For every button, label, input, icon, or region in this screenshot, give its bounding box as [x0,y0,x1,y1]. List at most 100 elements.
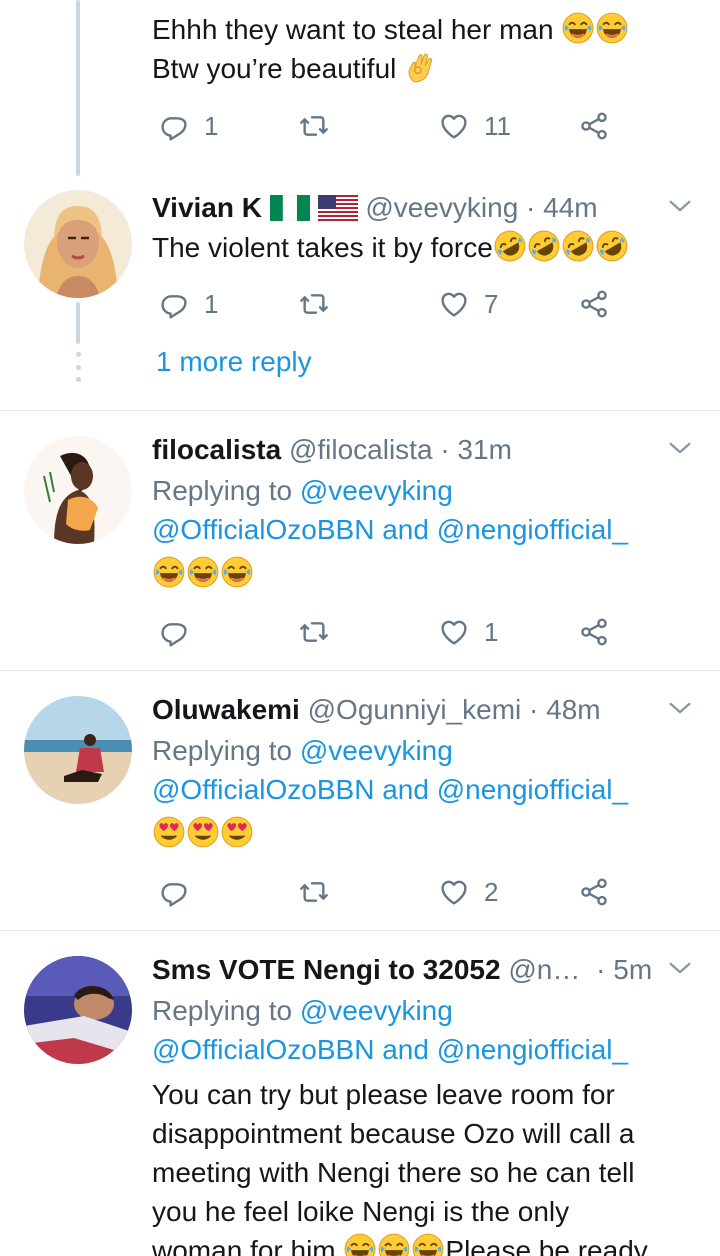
avatar[interactable] [24,436,132,544]
share-button[interactable] [578,612,610,652]
retweet-icon [298,288,330,320]
reply-button[interactable]: 1 [158,284,218,324]
reply-icon [158,876,190,908]
replying-to: Replying to @veevyking [152,995,453,1026]
replying-to: Replying to @veevyking [152,475,453,506]
heart-eyes-emoji [220,815,254,849]
tweet-text-line: meeting with Nengi there so he can tell [152,1157,635,1188]
mention-link[interactable]: @nengiofficial_ [437,514,628,545]
like-button[interactable]: 2 [438,872,498,912]
timestamp[interactable]: · 48m [529,694,601,725]
like-button[interactable]: 7 [438,284,498,324]
timestamp[interactable]: · 5m [596,954,652,985]
mention-link[interactable]: @nengiofficial_ [437,774,628,805]
heart-eyes-emoji [152,815,186,849]
rofl-emoji [595,229,629,263]
share-icon [578,288,610,320]
timestamp[interactable]: · 31m [440,434,512,465]
laughing-emoji [220,555,254,589]
display-name[interactable]: filocalista [152,434,281,465]
reply-button[interactable] [158,612,190,652]
user-handle[interactable]: @n… [508,954,580,985]
avatar[interactable] [24,956,132,1064]
chevron-down-icon[interactable] [666,434,694,462]
display-name[interactable]: Sms VOTE Nengi to 32052 [152,954,501,985]
avatar[interactable] [24,696,132,804]
laughing-emoji [343,1232,377,1256]
laughing-emoji [377,1232,411,1256]
retweet-button[interactable] [298,872,330,912]
mention-link[interactable]: @OfficialOzoBBN [152,1034,374,1065]
chevron-down-icon[interactable] [666,192,694,220]
tweet-text-line: woman for him Please be ready [152,1231,697,1256]
laughing-emoji [561,11,595,45]
mention-link[interactable]: @nengiofficial_ [437,1034,628,1065]
share-button[interactable] [578,872,610,912]
tweet-header: Vivian K @veevyking · 44m [152,188,697,227]
share-icon [578,876,610,908]
like-icon [438,876,470,908]
thread-more-dots [74,352,82,382]
divider [0,670,720,671]
like-button[interactable]: 11 [438,106,511,146]
laughing-emoji [186,555,220,589]
thread-line [76,302,80,344]
thread-line [76,0,80,176]
rofl-emoji [561,229,595,263]
tweet-text: The violent takes it by force [152,228,697,267]
laughing-emoji [411,1232,445,1256]
replying-to: @OfficialOzoBBN and @nengiofficial_ [152,1034,629,1065]
reply-icon [158,110,190,142]
rofl-emoji [493,229,527,263]
mention-link[interactable]: @OfficialOzoBBN [152,774,374,805]
replying-to: @OfficialOzoBBN and @nengiofficial_ [152,514,629,545]
tweet-header: Sms VOTE Nengi to 32052 @n… · 5m [152,950,697,989]
retweet-button[interactable] [298,612,330,652]
tweet-header: filocalista @filocalista · 31m [152,430,697,469]
replying-to: Replying to @veevyking [152,735,453,766]
retweet-button[interactable] [298,106,330,146]
laughing-emoji [152,555,186,589]
replying-to: @OfficialOzoBBN and @nengiofficial_ [152,774,629,805]
tweet-header: Oluwakemi @Ogunniyi_kemi · 48m [152,690,697,729]
share-button[interactable] [578,284,610,324]
display-name[interactable]: Vivian K [152,192,262,223]
user-handle[interactable]: @filocalista [289,434,433,465]
tweet-actions: 1 7 [152,284,622,324]
more-replies-link[interactable]: 1 more reply [156,346,312,378]
laughing-emoji [595,11,629,45]
chevron-down-icon[interactable] [666,694,694,722]
tweet-text [152,814,697,853]
tweet-text-line: You can try but please leave room for [152,1079,615,1110]
like-icon [438,616,470,648]
tweet-actions: 1 11 [152,106,622,146]
chevron-down-icon[interactable] [666,954,694,982]
divider [0,930,720,931]
tweet-text-line: you he feel loike Nengi is the only [152,1196,570,1227]
share-button[interactable] [578,106,610,146]
avatar[interactable] [24,190,132,298]
reply-button[interactable]: 1 [158,106,218,146]
mention-link[interactable]: @OfficialOzoBBN [152,514,374,545]
mention-link[interactable]: @veevyking [300,735,453,766]
tweet-text-line: disappointment because Ozo will call a [152,1118,635,1149]
tweet-text: Btw you’re beautiful [152,49,697,88]
retweet-button[interactable] [298,284,330,324]
divider [0,410,720,411]
tweet-text [152,554,697,593]
mention-link[interactable]: @veevyking [300,995,453,1026]
reply-button[interactable] [158,872,190,912]
timestamp[interactable]: · 44m [526,192,598,223]
tweet-actions: 2 [152,872,622,912]
user-handle[interactable]: @Ogunniyi_kemi [308,694,522,725]
tweet-text: Ehhh they want to steal her man [152,10,697,49]
like-button[interactable]: 1 [438,612,498,652]
mention-link[interactable]: @veevyking [300,475,453,506]
user-handle[interactable]: @veevyking [365,192,518,223]
retweet-icon [298,876,330,908]
display-name[interactable]: Oluwakemi [152,694,300,725]
like-icon [438,110,470,142]
flag-usa [317,195,358,221]
flag-nigeria [269,194,310,222]
retweet-icon [298,616,330,648]
